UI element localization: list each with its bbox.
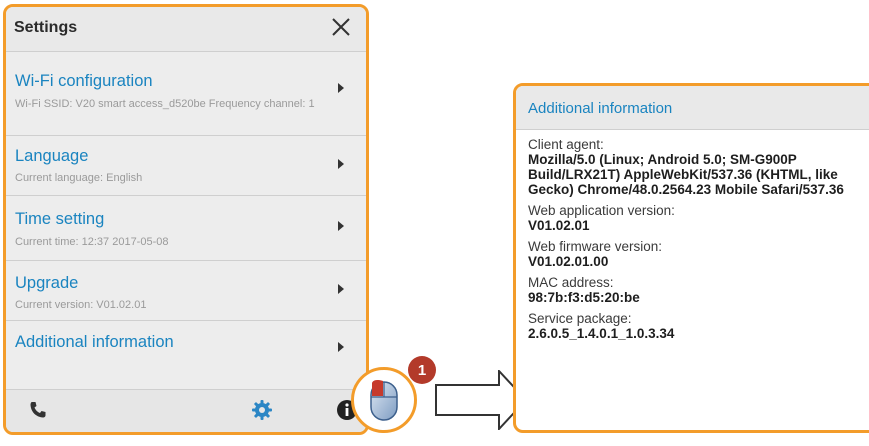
gear-icon[interactable] [251, 399, 273, 426]
service-package-value: 2.6.0.5_1.4.0.1_1.0.3.34 [528, 326, 675, 341]
chevron-right-icon [338, 221, 344, 231]
service-package-label: Service package: [528, 311, 632, 326]
menu-item-time-setting[interactable]: Time setting Current time: 12:37 2017-05… [6, 196, 366, 261]
menu-item-subtitle: Wi-Fi SSID: V20 smart access_d520be Freq… [15, 98, 315, 110]
mouse-icon [370, 379, 398, 421]
chevron-right-icon [338, 342, 344, 352]
web-app-version-label: Web application version: [528, 203, 675, 218]
close-icon[interactable] [326, 13, 356, 43]
menu-item-language[interactable]: Language Current language: English [6, 136, 366, 196]
info-title: Additional information [528, 100, 673, 117]
web-firmware-version-label: Web firmware version: [528, 239, 663, 254]
step-badge: 1 [408, 356, 436, 384]
mac-address-value: 98:7b:f3:d5:20:be [528, 290, 640, 305]
settings-header: Settings [6, 7, 366, 52]
additional-info-panel: Additional information Client agent: Moz… [513, 83, 869, 433]
menu-item-label: Wi-Fi configuration [15, 72, 153, 90]
settings-panel: Settings Wi-Fi configuration Wi-Fi SSID:… [3, 4, 369, 435]
menu-item-subtitle: Current time: 12:37 2017-05-08 [15, 236, 169, 248]
client-agent-label: Client agent: [528, 137, 604, 152]
phone-icon[interactable] [28, 400, 48, 425]
menu-item-additional-information[interactable]: Additional information [6, 321, 366, 391]
client-agent-value: Mozilla/5.0 (Linux; Android 5.0; SM-G900… [528, 152, 844, 197]
chevron-right-icon [338, 83, 344, 93]
menu-item-wifi-configuration[interactable]: Wi-Fi configuration Wi-Fi SSID: V20 smar… [6, 52, 366, 136]
info-body: Client agent: Mozilla/5.0 (Linux; Androi… [516, 130, 869, 341]
chevron-right-icon [338, 284, 344, 294]
settings-title: Settings [14, 19, 78, 36]
chevron-right-icon [338, 159, 344, 169]
menu-item-label: Language [15, 147, 89, 165]
bottom-toolbar [6, 389, 366, 432]
info-header: Additional information [516, 86, 869, 130]
menu-item-subtitle: Current language: English [15, 172, 143, 184]
mouse-callout [351, 367, 417, 433]
web-firmware-version-value: V01.02.01.00 [528, 254, 609, 269]
menu-item-upgrade[interactable]: Upgrade Current version: V01.02.01 [6, 261, 366, 321]
menu-item-label: Additional information [15, 333, 174, 351]
menu-item-label: Time setting [15, 210, 105, 228]
web-app-version-value: V01.02.01 [528, 218, 590, 233]
menu-item-subtitle: Current version: V01.02.01 [15, 299, 147, 311]
menu-item-label: Upgrade [15, 274, 79, 292]
mac-address-label: MAC address: [528, 275, 614, 290]
